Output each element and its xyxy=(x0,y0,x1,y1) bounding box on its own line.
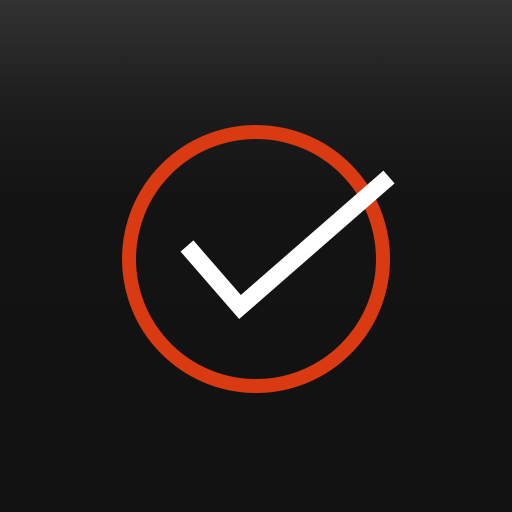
circle-ring xyxy=(122,125,390,393)
checkmark-in-circle-icon xyxy=(122,125,395,393)
checkmark-stroke xyxy=(180,170,395,320)
app-icon xyxy=(0,0,512,512)
